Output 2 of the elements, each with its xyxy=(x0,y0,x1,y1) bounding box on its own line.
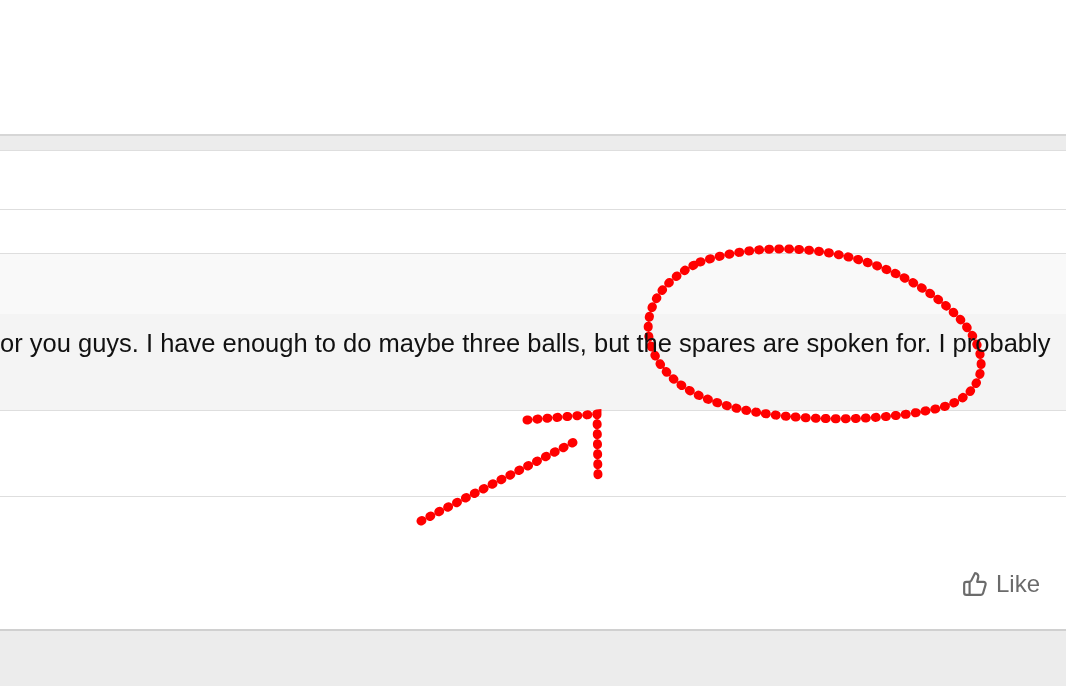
thumbs-up-icon xyxy=(961,571,988,597)
like-button[interactable]: Like xyxy=(961,571,1040,597)
